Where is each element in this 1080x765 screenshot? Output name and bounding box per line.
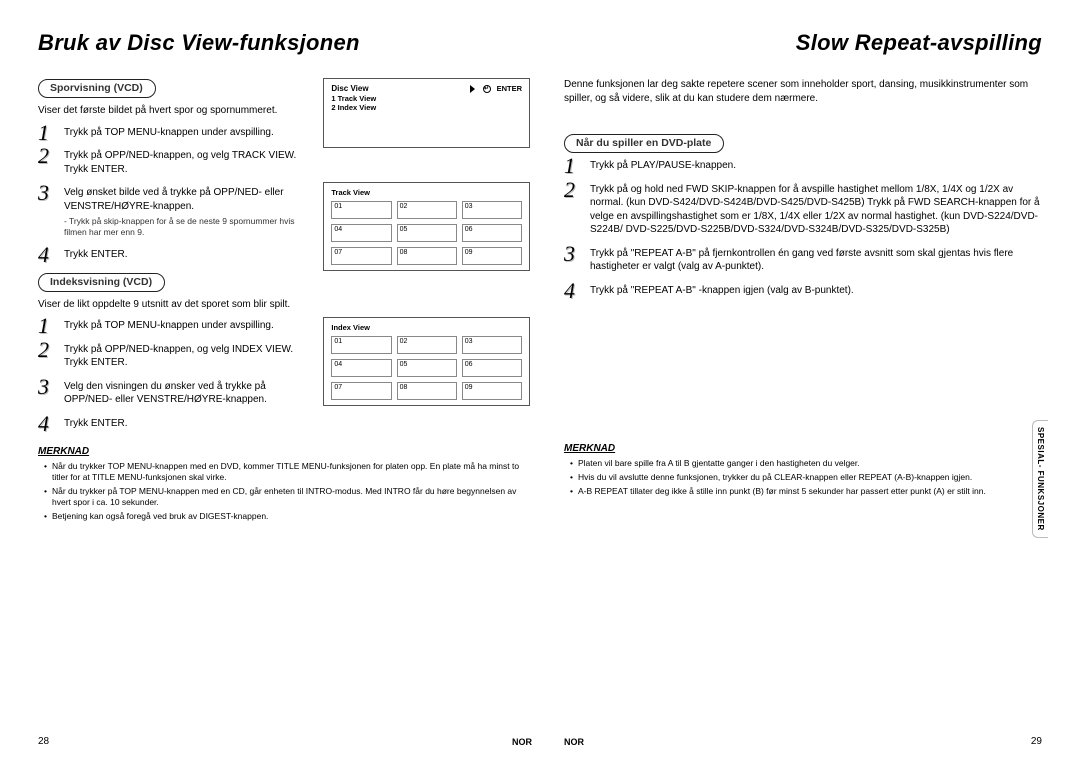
thumbnail-cell: 04 [331,224,391,242]
screen-row: 2 Index View [331,103,522,112]
step-text: Trykk på PLAY/PAUSE-knappen. [590,160,736,171]
pill-sporvisning: Sporvisning (VCD) [38,79,156,98]
step-text: Trykk ENTER. [64,249,128,260]
thumb-title: Index View [331,323,522,332]
thumbnail-cell: 07 [331,382,391,400]
note-item: Betjening kan også foregå ved bruk av DI… [44,511,530,522]
indeksvisning-steps: 1Trykk på TOP MENU-knappen under avspill… [38,319,313,430]
slow-repeat-steps: 1Trykk på PLAY/PAUSE-knappen. 2Trykk på … [564,159,1042,297]
step-number: 3 [564,243,575,265]
note-header: MERKNAD [564,443,1042,454]
left-notes: Når du trykker TOP MENU-knappen med en D… [38,461,530,522]
pill-dvd-play: Når du spiller en DVD-plate [564,134,724,153]
page-number: 29 [1031,736,1042,747]
step-number: 4 [564,280,575,302]
step-text: Velg ønsket bilde ved å trykke på OPP/NE… [64,187,284,212]
step-subnote: - Trykk på skip-knappen for å se de nest… [64,216,313,238]
sporvisning-lead: Viser det første bildet på hvert spor og… [38,104,313,118]
note-header: MERKNAD [38,446,530,457]
note-item: Hvis du vil avslutte denne funksjonen, t… [570,472,1042,483]
step-number: 4 [38,413,49,435]
lang-code: NOR [512,737,532,747]
thumbnail-cell: 05 [397,359,457,377]
note-item: Når du trykker TOP MENU-knappen med en D… [44,461,530,483]
step-number: 1 [38,122,49,144]
page-title-left: Bruk av Disc View-funksjonen [38,30,530,56]
thumbnail-cell: 05 [397,224,457,242]
step-text: Trykk på og hold ned FWD SKIP-knappen fo… [590,184,1040,236]
step-number: 2 [38,145,49,167]
thumbnail-cell: 06 [462,224,522,242]
step-number: 3 [38,182,49,204]
lang-code: NOR [564,737,584,747]
note-item: Når du trykker på TOP MENU-knappen med e… [44,486,530,508]
page-number: 28 [38,736,49,747]
thumbnail-cell: 02 [397,336,457,354]
play-icon [470,85,475,93]
screen-row: 1 Track View [331,94,522,103]
thumbnail-cell: 01 [331,201,391,219]
thumbnail-cell: 03 [462,201,522,219]
right-notes: Platen vil bare spille fra A til B gjent… [564,458,1042,497]
enter-icon: ↵ [483,85,491,93]
thumbnail-cell: 09 [462,382,522,400]
left-page: Bruk av Disc View-funksjonen Sporvisning… [38,30,540,747]
step-text: Trykk på OPP/NED-knappen, og velg TRACK … [64,150,296,175]
thumbnail-cell: 03 [462,336,522,354]
right-page: Slow Repeat-avspilling Denne funksjonen … [540,30,1042,747]
step-number: 4 [38,244,49,266]
enter-label: ENTER [497,84,522,93]
thumbnail-cell: 09 [462,247,522,265]
step-text: Trykk ENTER. [64,418,128,429]
thumb-track-view: Track View 01 02 03 04 05 06 07 08 09 [323,182,530,271]
note-item: Platen vil bare spille fra A til B gjent… [570,458,1042,469]
screen-disc-view: Disc View ↵ ENTER 1 Track View 2 Index V… [323,78,530,148]
side-tab-spesial: SPESIAL- FUNKSJONER [1032,420,1048,538]
thumbnail-cell: 08 [397,247,457,265]
thumbnail-cell: 07 [331,247,391,265]
step-number: 1 [564,155,575,177]
pill-indeksvisning: Indeksvisning (VCD) [38,273,165,292]
step-text: Trykk på TOP MENU-knappen under avspilli… [64,127,274,138]
thumbnail-cell: 01 [331,336,391,354]
step-number: 2 [564,179,575,201]
thumbnail-cell: 04 [331,359,391,377]
thumb-title: Track View [331,188,522,197]
page-title-right: Slow Repeat-avspilling [564,30,1042,56]
sporvisning-steps: 1Trykk på TOP MENU-knappen under avspill… [38,126,313,262]
thumbnail-cell: 08 [397,382,457,400]
step-text: Trykk på OPP/NED-knappen, og velg INDEX … [64,344,293,369]
thumbnail-cell: 06 [462,359,522,377]
note-item: A-B REPEAT tillater deg ikke å stille in… [570,486,1042,497]
screen-title: Disc View [331,84,368,93]
step-number: 2 [38,339,49,361]
step-number: 3 [38,376,49,398]
step-text: Velg den visningen du ønsker ved å trykk… [64,381,267,406]
step-text: Trykk på "REPEAT A-B" -knappen igjen (va… [590,285,854,296]
right-intro: Denne funksjonen lar deg sakte repetere … [564,78,1042,105]
step-text: Trykk på TOP MENU-knappen under avspilli… [64,320,274,331]
thumbnail-cell: 02 [397,201,457,219]
step-number: 1 [38,315,49,337]
indeksvisning-lead: Viser de likt oppdelte 9 utsnitt av det … [38,298,313,312]
step-text: Trykk på "REPEAT A-B" på fjernkontrollen… [590,248,1013,273]
thumb-index-view: Index View 01 02 03 04 05 06 07 08 09 [323,317,530,406]
